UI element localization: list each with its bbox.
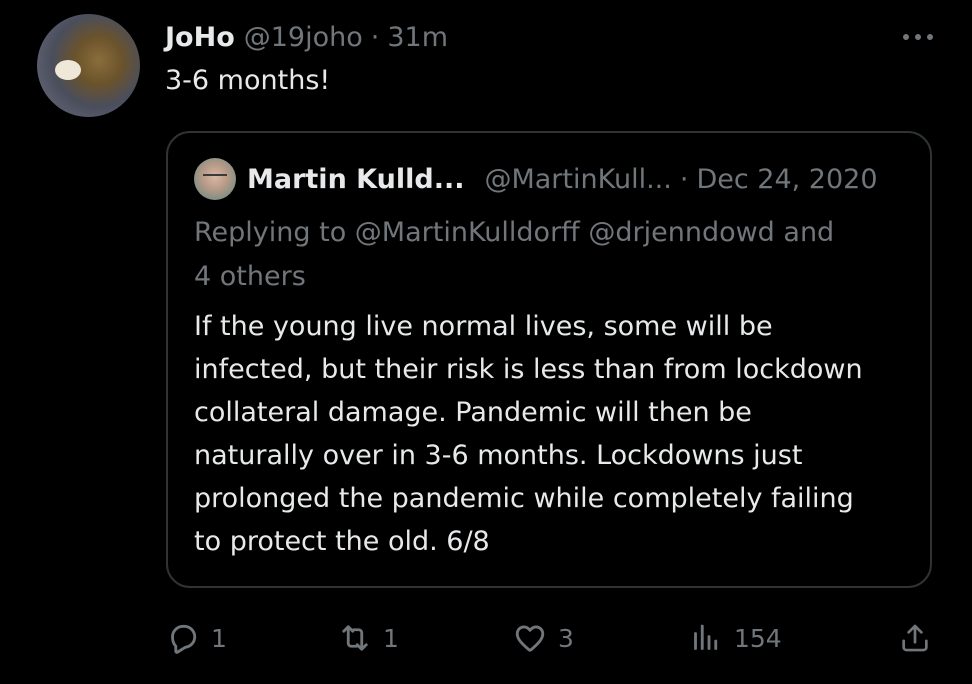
author-handle[interactable]: @19joho xyxy=(244,22,363,53)
quoted-author-name: Martin Kulld... xyxy=(247,163,465,195)
share-icon xyxy=(902,624,928,652)
like-button[interactable]: 3 xyxy=(512,614,574,662)
reply-count: 1 xyxy=(211,623,227,653)
avatar-image-detail xyxy=(203,174,227,182)
share-button[interactable] xyxy=(898,614,932,662)
replying-to-text: Replying to @MartinKulldorff @drjenndowd… xyxy=(194,211,904,299)
quoted-author-avatar xyxy=(194,158,236,200)
separator-dot: · xyxy=(370,21,380,53)
heart-icon xyxy=(515,625,545,652)
reply-button[interactable]: 1 xyxy=(165,614,227,662)
tweet-action-bar: 1 1 3 154 xyxy=(0,614,972,662)
separator-dot: · xyxy=(679,163,689,195)
more-horizontal-icon xyxy=(903,34,933,40)
analytics-icon xyxy=(694,624,718,650)
quoted-tweet-text: If the young live normal lives, some wil… xyxy=(194,305,914,563)
views-count: 154 xyxy=(734,623,782,653)
replying-line: Replying to @MartinKulldorff @drjenndowd… xyxy=(194,217,835,248)
views-button[interactable]: 154 xyxy=(688,614,782,662)
tweet-time[interactable]: 31m xyxy=(387,22,448,53)
retweet-button[interactable]: 1 xyxy=(337,614,399,662)
author-name[interactable]: JoHo xyxy=(165,22,235,53)
avatar-image-detail xyxy=(55,60,81,80)
quoted-tweet-header: Martin Kulld... @MartinKull... · Dec 24,… xyxy=(247,159,878,199)
quoted-text-line: naturally over in 3-6 months. Lockdowns … xyxy=(194,440,803,471)
replying-line: 4 others xyxy=(194,261,306,292)
author-avatar[interactable] xyxy=(37,14,140,117)
quoted-text-line: collateral damage. Pandemic will then be xyxy=(194,397,752,428)
like-count: 3 xyxy=(558,623,574,653)
quoted-tweet-card[interactable]: Martin Kulld... @MartinKull... · Dec 24,… xyxy=(166,131,932,588)
tweet-header: JoHo @19joho · 31m xyxy=(165,17,448,57)
reply-icon xyxy=(171,624,197,654)
retweet-icon xyxy=(342,625,368,651)
tweet-text: 3-6 months! xyxy=(165,65,331,96)
more-options-button[interactable] xyxy=(900,19,936,55)
quoted-author-handle: @MartinKull... xyxy=(484,163,672,195)
retweet-count: 1 xyxy=(383,623,399,653)
quoted-tweet-date: Dec 24, 2020 xyxy=(696,163,878,195)
quoted-text-line: to protect the old. 6/8 xyxy=(194,526,490,557)
quoted-text-line: If the young live normal lives, some wil… xyxy=(194,311,773,342)
quoted-text-line: infected, but their risk is less than fr… xyxy=(194,354,863,385)
quoted-text-line: prolonged the pandemic while completely … xyxy=(194,483,854,514)
